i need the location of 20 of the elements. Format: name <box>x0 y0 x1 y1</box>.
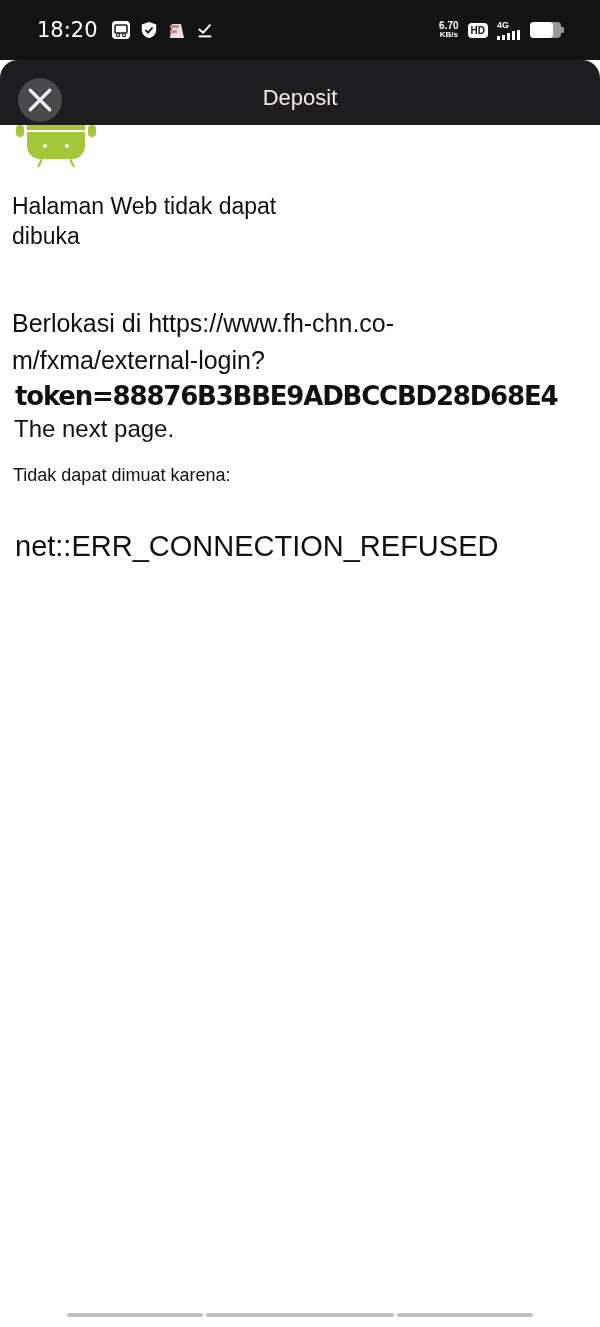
signal-icon <box>497 29 521 40</box>
screenshot-icon <box>110 20 131 40</box>
error-heading: Halaman Web tidak dapat dibuka <box>12 192 278 251</box>
hd-badge: HD <box>467 22 488 38</box>
speed-unit: KB/s <box>439 31 458 39</box>
battery-icon <box>530 22 564 38</box>
shield-check-icon <box>139 21 158 39</box>
error-code: net::ERR_CONNECTION_REFUSED <box>15 530 500 563</box>
close-button[interactable] <box>18 78 62 122</box>
next-page-text: The next page. <box>14 415 176 443</box>
close-icon <box>27 87 53 113</box>
location-text: Berlokasi di https://www.fh-chn.co-m/fxma/external-login? <box>12 308 396 376</box>
speed-value: 6.70 <box>439 21 459 31</box>
android-robot-icon <box>16 125 96 169</box>
clock-time: 18:20 <box>37 18 98 42</box>
token-text: token=88876B3BBE9ADBCCBD28D68E4 <box>15 381 559 411</box>
reason-label: Tidak dapat dimuat karena: <box>13 465 232 486</box>
page-title: Deposit <box>262 84 338 111</box>
network-type: 4G <box>497 20 509 30</box>
download-done-icon <box>195 21 214 39</box>
